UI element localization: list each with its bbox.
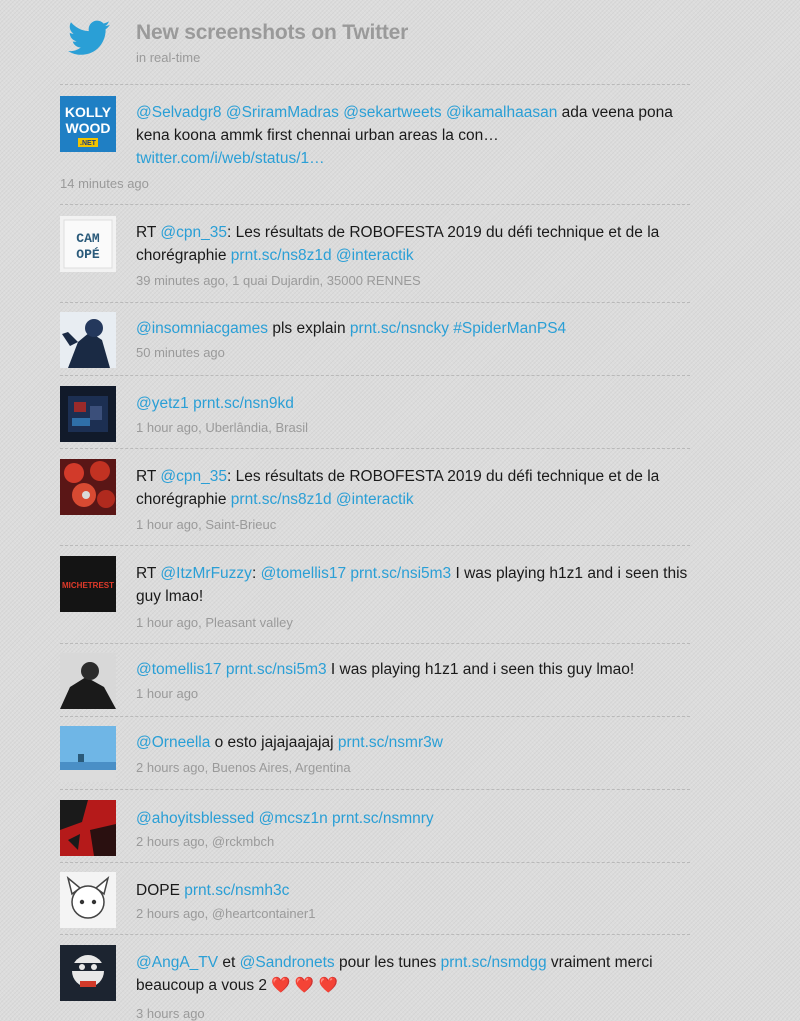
tweet-text-segment: RT [136, 468, 161, 485]
tweet-item: @yetz1 prnt.sc/nsn9kd 1 hour ago, Uberlân… [60, 375, 690, 448]
tweet-text: DOPE prnt.sc/nsmh3c [136, 879, 690, 902]
svg-text:MICHETREST: MICHETREST [62, 581, 114, 590]
svg-text:KOLLY: KOLLY [65, 104, 112, 120]
avatar[interactable] [60, 312, 116, 368]
tweet-item: RT @cpn_35: Les résultats de ROBOFESTA 2… [60, 448, 690, 545]
tweet-text-segment: RT [136, 224, 161, 241]
tweet-meta: 39 minutes ago, 1 quai Dujardin, 35000 R… [136, 273, 421, 288]
tweet-text-segment: RT [136, 565, 161, 582]
tweet-text-segment: pls explain [268, 320, 350, 337]
tweet-text: @AngA_TV et @Sandronets pour les tunes p… [136, 951, 690, 997]
tweet-item: KOLLY WOOD .NET @Selvadgr8 @SriramMadras @… [60, 84, 690, 204]
mention-link[interactable]: @Orneella [136, 734, 210, 751]
url-link[interactable]: prnt.sc/nsmnry [332, 810, 434, 827]
mention-link[interactable]: @insomniacgames [136, 320, 268, 337]
url-link[interactable]: prnt.sc/ns8z1d [231, 491, 332, 508]
page-title: New screenshots on Twitter [136, 21, 409, 44]
tweet-item: @tomellis17 prnt.sc/nsi5m3 I was playing… [60, 643, 690, 716]
tweet-text: RT @cpn_35: Les résultats de ROBOFESTA 2… [136, 221, 690, 267]
mention-link[interactable]: @Selvadgr8 [136, 104, 222, 121]
mention-link[interactable]: @yetz1 [136, 395, 189, 412]
avatar[interactable] [60, 872, 116, 928]
url-link[interactable]: prnt.sc/nsi5m3 [226, 661, 327, 678]
tweet-text-segment: I was playing h1z1 and i seen this guy l… [326, 661, 635, 678]
tweet-meta: 2 hours ago, @heartcontainer1 [136, 906, 316, 921]
tweet-text-segment: et [218, 954, 240, 971]
tweet-text: @yetz1 prnt.sc/nsn9kd [136, 392, 690, 415]
tweet-meta: 1 hour ago, Uberlândia, Brasil [136, 420, 308, 435]
tweet-item: CAM OPÉ RT @cpn_35: Les résultats de ROBO… [60, 204, 690, 302]
url-link[interactable]: prnt.sc/nsncky [350, 320, 449, 337]
tweet-text-segment: DOPE [136, 882, 185, 899]
twitter-bird-icon [68, 20, 110, 55]
page-subtitle: in real-time [136, 50, 201, 65]
tweet-meta: 2 hours ago, Buenos Aires, Argentina [136, 760, 351, 775]
svg-text:.NET: .NET [80, 140, 97, 147]
tweet-text: @tomellis17 prnt.sc/nsi5m3 I was playing… [136, 658, 690, 681]
tweet-item: @Orneella o esto jajajaajajaj prnt.sc/ns… [60, 716, 690, 789]
tweet-meta: 2 hours ago, @rckmbch [136, 834, 275, 849]
mention-link[interactable]: @tomellis17 [261, 565, 347, 582]
tweet-meta: 1 hour ago, Pleasant valley [136, 615, 293, 630]
tweet-item: @insomniacgames pls explain prnt.sc/nsnc… [60, 302, 690, 375]
mention-link[interactable]: @cpn_35 [160, 224, 227, 241]
mention-link[interactable]: @ahoyitsblessed [136, 810, 254, 827]
url-link[interactable]: prnt.sc/ns8z1d [231, 247, 332, 264]
mention-link[interactable]: @tomellis17 [136, 661, 222, 678]
tweet-text: @ahoyitsblessed @mcsz1n prnt.sc/nsmnry [136, 807, 690, 830]
url-link[interactable]: prnt.sc/nsmh3c [184, 882, 289, 899]
mention-link[interactable]: @sekartweets [343, 104, 441, 121]
avatar[interactable] [60, 800, 116, 856]
tweet-item: DOPE prnt.sc/nsmh3c 2 hours ago, @heartco… [60, 862, 690, 934]
tweet-text-segment: : [251, 565, 261, 582]
avatar[interactable]: CAM OPÉ [60, 216, 116, 272]
svg-text:CAM: CAM [76, 231, 100, 246]
tweet-text: RT @ItzMrFuzzy: @tomellis17 prnt.sc/nsi5… [136, 562, 690, 608]
avatar[interactable] [60, 459, 116, 515]
tweet-item: MICHETREST RT @ItzMrFuzzy: @tomellis17 p… [60, 545, 690, 643]
hashtag-link[interactable]: #SpiderManPS4 [453, 320, 566, 337]
tweet-text: @Selvadgr8 @SriramMadras @sekartweets @i… [136, 101, 690, 170]
svg-text:OPÉ: OPÉ [76, 247, 100, 262]
tweet-text-segment: pour les tunes [334, 954, 441, 971]
heart-emoji: ❤️ ❤️ ❤️ [271, 977, 338, 994]
avatar[interactable]: KOLLY WOOD .NET [60, 96, 116, 152]
mention-link[interactable]: @AngA_TV [136, 954, 218, 971]
mention-link[interactable]: @ikamalhaasan [446, 104, 557, 121]
mention-link[interactable]: @ItzMrFuzzy [160, 565, 252, 582]
url-link[interactable]: prnt.sc/nsmdgg [441, 954, 547, 971]
mention-link[interactable]: @cpn_35 [160, 468, 227, 485]
url-link[interactable]: prnt.sc/nsi5m3 [350, 565, 451, 582]
avatar[interactable] [60, 726, 116, 782]
tweet-item: @AngA_TV et @Sandronets pour les tunes p… [60, 934, 690, 1021]
url-link[interactable]: twitter.com/i/web/status/1… [136, 150, 325, 167]
tweet-meta: 14 minutes ago [60, 176, 149, 191]
mention-link[interactable]: @mcsz1n [259, 810, 328, 827]
tweet-text: @insomniacgames pls explain prnt.sc/nsnc… [136, 317, 690, 340]
avatar[interactable]: MICHETREST [60, 556, 116, 612]
mention-link[interactable]: @interactik [336, 247, 414, 264]
svg-text:WOOD: WOOD [65, 120, 110, 136]
url-link[interactable]: prnt.sc/nsmr3w [338, 734, 443, 751]
url-link[interactable]: prnt.sc/nsn9kd [193, 395, 294, 412]
tweet-meta: 50 minutes ago [136, 345, 225, 360]
mention-link[interactable]: @Sandronets [240, 954, 335, 971]
feed-header: New screenshots on Twitter in real-time [0, 0, 800, 82]
tweet-meta: 1 hour ago [136, 686, 199, 701]
mention-link[interactable]: @interactik [336, 491, 414, 508]
tweet-meta: 1 hour ago, Saint-Brieuc [136, 517, 277, 532]
avatar[interactable] [60, 386, 116, 442]
tweet-text-segment: o esto jajajaajajaj [210, 734, 338, 751]
avatar[interactable] [60, 945, 116, 1001]
tweet-text: @Orneella o esto jajajaajajaj prnt.sc/ns… [136, 731, 690, 754]
avatar[interactable] [60, 653, 116, 709]
tweet-item: @ahoyitsblessed @mcsz1n prnt.sc/nsmnry 2 … [60, 789, 690, 862]
mention-link[interactable]: @SriramMadras [226, 104, 339, 121]
tweet-text: RT @cpn_35: Les résultats de ROBOFESTA 2… [136, 465, 690, 511]
